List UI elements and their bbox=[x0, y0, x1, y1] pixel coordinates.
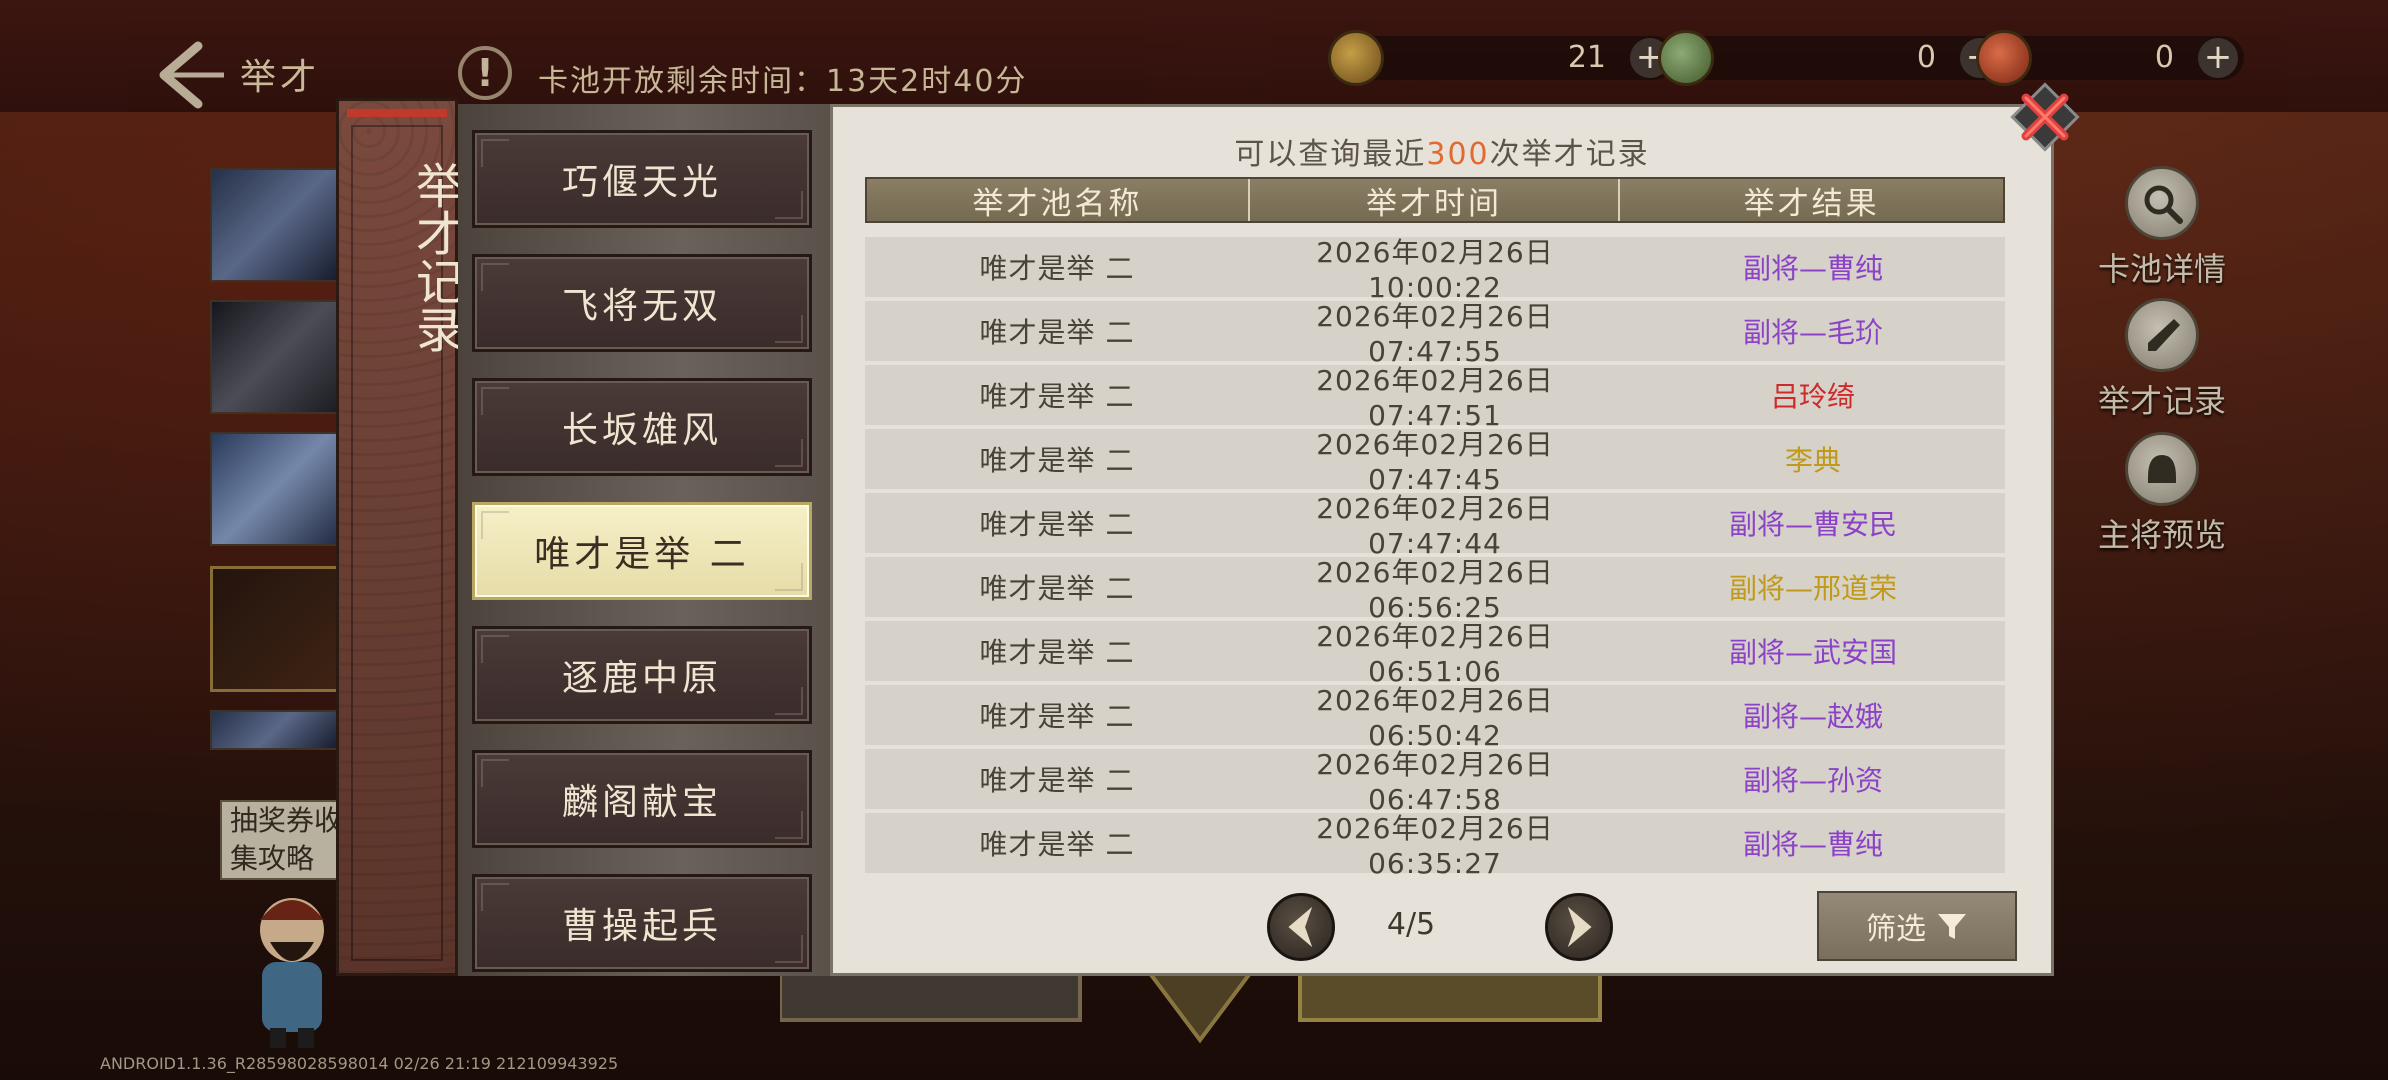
pool-timer: 卡池开放剩余时间：13天2时40分 bbox=[538, 64, 1028, 99]
back-button[interactable] bbox=[150, 40, 230, 110]
cell-result: 副将—赵娥 bbox=[1742, 700, 1883, 733]
table-header: 举才池名称 举才时间 举才结果 bbox=[865, 177, 2005, 223]
table-row: 唯才是举 二 2026年02月26日 07:47:55 副将—毛玠 bbox=[865, 300, 2005, 368]
cell-time: 2026年02月26日 07:47:55 bbox=[1316, 299, 1554, 368]
next-page-button[interactable] bbox=[1545, 893, 1613, 961]
close-button[interactable] bbox=[2008, 80, 2082, 154]
cell-result: 副将—曹安民 bbox=[1728, 508, 1897, 541]
table-row: 唯才是举 二 2026年02月26日 10:00:22 副将—曹纯 bbox=[865, 236, 2005, 304]
pool-list: 巧偃天光 飞将无双 长坂雄风 唯才是举 二 逐鹿中原 麟阁献宝 曹操起兵 bbox=[458, 104, 830, 976]
pool-tab[interactable]: 飞将无双 bbox=[472, 254, 812, 352]
record-table-body: 唯才是举 二 2026年02月26日 10:00:22 副将—曹纯 唯才是举 二 202… bbox=[865, 236, 2005, 880]
table-row: 唯才是举 二 2026年02月26日 07:47:45 李典 bbox=[865, 428, 2005, 496]
dialog-vertical-title-panel: 举才记录 bbox=[336, 98, 463, 976]
currency-value: 21 bbox=[1567, 40, 1606, 75]
currency-value: 0 bbox=[2154, 40, 2174, 75]
table-row: 唯才是举 二 2026年02月26日 07:47:51 吕玲绮 bbox=[865, 364, 2005, 432]
pool-tab-selected[interactable]: 唯才是举 二 bbox=[472, 502, 812, 600]
funnel-icon bbox=[1938, 914, 1966, 939]
jade-token-icon bbox=[1658, 30, 1714, 86]
currency-value: 0 bbox=[1916, 40, 1936, 75]
column-header-pool: 举才池名称 bbox=[867, 179, 1250, 222]
cell-pool-name: 唯才是举 二 bbox=[979, 636, 1135, 669]
currency-jade: 0 + bbox=[1658, 30, 2006, 86]
filter-label: 筛选 bbox=[1866, 912, 1926, 947]
cell-time: 2026年02月26日 07:47:51 bbox=[1316, 363, 1554, 432]
cell-result: 副将—邢道荣 bbox=[1728, 572, 1897, 605]
cell-time: 2026年02月26日 06:51:06 bbox=[1316, 619, 1554, 688]
table-row: 唯才是举 二 2026年02月26日 06:47:58 副将—孙资 bbox=[865, 748, 2005, 816]
table-row: 唯才是举 二 2026年02月26日 06:51:06 副将—武安国 bbox=[865, 620, 2005, 688]
cell-time: 2026年02月26日 07:47:45 bbox=[1316, 427, 1554, 496]
red-seal-icon bbox=[1976, 30, 2032, 86]
currency-gold: 21 + bbox=[1328, 30, 1676, 86]
cell-pool-name: 唯才是举 二 bbox=[979, 764, 1135, 797]
cell-pool-name: 唯才是举 二 bbox=[979, 252, 1135, 285]
pool-tab[interactable]: 巧偃天光 bbox=[472, 130, 812, 228]
currency-seal: 0 + bbox=[1976, 30, 2244, 86]
cell-pool-name: 唯才是举 二 bbox=[979, 316, 1135, 349]
cell-result: 副将—孙资 bbox=[1742, 764, 1883, 797]
cell-pool-name: 唯才是举 二 bbox=[979, 828, 1135, 861]
close-icon bbox=[2010, 82, 2080, 152]
cell-result: 副将—曹纯 bbox=[1742, 252, 1883, 285]
notice-icon[interactable]: ! bbox=[458, 46, 512, 100]
table-row: 唯才是举 二 2026年02月26日 06:35:27 副将—曹纯 bbox=[865, 812, 2005, 880]
arrow-right-icon bbox=[1567, 906, 1592, 948]
add-seal-button[interactable]: + bbox=[2198, 38, 2238, 78]
cell-pool-name: 唯才是举 二 bbox=[979, 380, 1135, 413]
record-panel: 可以查询最近300次举才记录 举才池名称 举才时间 举才结果 唯才是举 二 202… bbox=[830, 104, 2054, 976]
page-indicator: 4/5 bbox=[1386, 907, 1436, 942]
cell-result: 副将—曹纯 bbox=[1742, 828, 1883, 861]
table-row: 唯才是举 二 2026年02月26日 07:47:44 副将—曹安民 bbox=[865, 492, 2005, 560]
page-title: 举才 bbox=[240, 57, 321, 98]
column-header-time: 举才时间 bbox=[1250, 179, 1621, 222]
cell-result: 副将—武安国 bbox=[1728, 636, 1897, 669]
cell-result: 副将—毛玠 bbox=[1742, 316, 1883, 349]
pool-tab[interactable]: 麟阁献宝 bbox=[472, 750, 812, 848]
pool-tab[interactable]: 逐鹿中原 bbox=[472, 626, 812, 724]
cell-pool-name: 唯才是举 二 bbox=[979, 444, 1135, 477]
record-count: 300 bbox=[1426, 137, 1490, 172]
cell-result: 李典 bbox=[1784, 444, 1841, 477]
cell-time: 2026年02月26日 10:00:22 bbox=[1316, 235, 1554, 304]
query-hint: 可以查询最近300次举才记录 bbox=[1234, 137, 1650, 172]
cell-time: 2026年02月26日 06:50:42 bbox=[1316, 683, 1554, 752]
pool-tab[interactable]: 曹操起兵 bbox=[472, 874, 812, 972]
back-arrow-icon bbox=[159, 41, 224, 109]
cell-time: 2026年02月26日 06:47:58 bbox=[1316, 747, 1554, 816]
cell-pool-name: 唯才是举 二 bbox=[979, 572, 1135, 605]
cell-time: 2026年02月26日 07:47:44 bbox=[1316, 491, 1554, 560]
table-row: 唯才是举 二 2026年02月26日 06:56:25 副将—邢道荣 bbox=[865, 556, 2005, 624]
filter-button[interactable]: 筛选 bbox=[1817, 891, 2017, 961]
table-row: 唯才是举 二 2026年02月26日 06:50:42 副将—赵娥 bbox=[865, 684, 2005, 752]
pool-tab[interactable]: 长坂雄风 bbox=[472, 378, 812, 476]
cell-time: 2026年02月26日 06:56:25 bbox=[1316, 555, 1554, 624]
cell-result: 吕玲绮 bbox=[1770, 380, 1855, 413]
gold-coin-icon bbox=[1328, 30, 1384, 86]
cell-time: 2026年02月26日 06:35:27 bbox=[1316, 811, 1554, 880]
cell-pool-name: 唯才是举 二 bbox=[979, 700, 1135, 733]
pagination: 4/5 筛选 bbox=[833, 889, 2051, 961]
dialog-title: 举才记录 bbox=[407, 161, 463, 353]
cell-pool-name: 唯才是举 二 bbox=[979, 508, 1135, 541]
column-header-result: 举才结果 bbox=[1743, 185, 1880, 222]
